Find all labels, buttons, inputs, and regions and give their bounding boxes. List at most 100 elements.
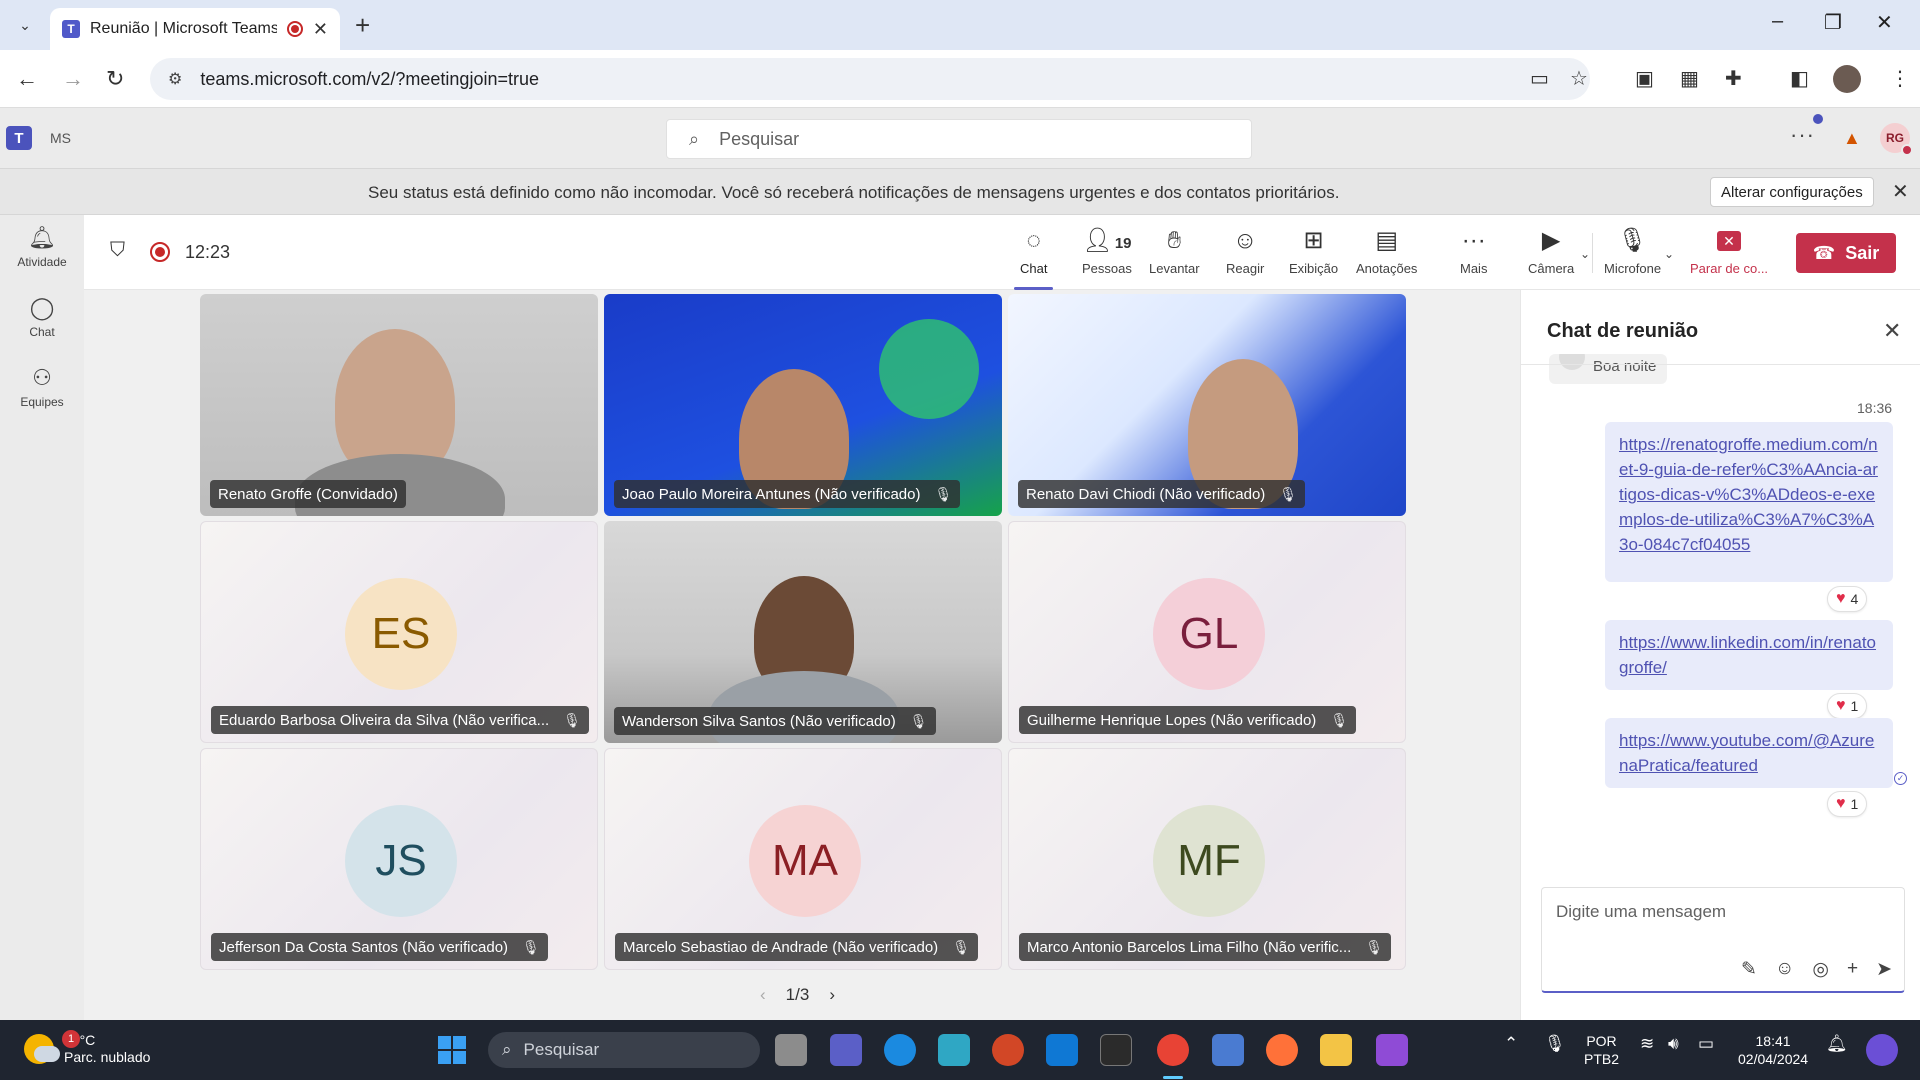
taskbar-search[interactable]: ⌕ Pesquisar — [488, 1032, 760, 1068]
pip-icon[interactable]: ▣ — [1635, 66, 1654, 91]
tab-search-dropdown[interactable]: ⌄ — [12, 12, 38, 38]
terminal-icon[interactable] — [1100, 1034, 1132, 1066]
microphone-button[interactable]: 🎙︎ Microfone — [1604, 227, 1661, 276]
send-icon[interactable]: ➤ — [1876, 958, 1892, 981]
reload-button[interactable]: ↻ — [106, 66, 124, 92]
next-page-icon[interactable]: › — [829, 985, 835, 1005]
participant-tile[interactable]: JS Jefferson Da Costa Santos (Não verifi… — [200, 748, 598, 970]
banner-close-icon[interactable]: ✕ — [1892, 179, 1909, 204]
raise-hand-button[interactable]: ✋︎ Levantar — [1149, 227, 1200, 276]
notes-button[interactable]: ▤ Anotações — [1356, 227, 1417, 276]
minimize-button[interactable]: – — [1772, 10, 1783, 33]
loop-icon[interactable]: ◎ — [1812, 958, 1829, 981]
wifi-icon[interactable]: ≋ — [1640, 1034, 1654, 1054]
camera-permission-icon[interactable]: ▭ — [1530, 66, 1549, 91]
rail-item-activity[interactable]: 🔔︎ Atividade — [0, 225, 84, 269]
participant-tile[interactable]: Joao Paulo Moreira Antunes (Não verifica… — [604, 294, 1002, 516]
back-button[interactable]: ← — [16, 66, 38, 92]
extensions-icon[interactable]: ✚ — [1725, 66, 1742, 91]
remote-desktop-icon[interactable] — [1212, 1034, 1244, 1066]
previous-page-icon[interactable]: ‹ — [760, 985, 766, 1005]
clock[interactable]: 18:41 02/04/2024 — [1738, 1032, 1808, 1068]
message-seen-icon: ✓ — [1894, 772, 1907, 785]
reaction-badge[interactable]: ♥ 1 — [1827, 791, 1868, 817]
reaction-badge[interactable]: ♥ 4 — [1827, 586, 1868, 612]
tray-mic-icon[interactable]: 🎙︎ — [1544, 1034, 1566, 1054]
battery-icon[interactable]: ▭ — [1698, 1034, 1714, 1054]
firefox-icon[interactable] — [1266, 1034, 1298, 1066]
bookmark-star-icon[interactable]: ☆ — [1570, 66, 1588, 91]
more-button[interactable]: ··· Mais — [1460, 227, 1487, 276]
change-settings-button[interactable]: Alterar configurações — [1710, 177, 1874, 207]
tray-chevron-icon[interactable]: ⌃ — [1504, 1034, 1518, 1054]
message-link[interactable]: https://renatogroffe.medium.com/net-9-gu… — [1619, 435, 1878, 554]
tab-close-icon[interactable]: ✕ — [313, 19, 328, 40]
start-button[interactable] — [438, 1036, 466, 1064]
stop-sharing-button[interactable]: ✕ Parar de co... — [1690, 227, 1768, 276]
participant-name: Marco Antonio Barcelos Lima Filho (Não v… — [1027, 938, 1352, 956]
reaction-count: 1 — [1850, 698, 1859, 714]
reaction-badge[interactable]: ♥ 1 — [1827, 693, 1868, 719]
file-explorer-icon[interactable] — [1320, 1034, 1352, 1066]
participant-tile[interactable]: GL Guilherme Henrique Lopes (Não verific… — [1008, 521, 1406, 743]
side-panel-icon[interactable]: ◧ — [1790, 66, 1809, 91]
edge-browser-icon[interactable] — [884, 1034, 916, 1066]
chat-button[interactable]: ◌ Chat — [1013, 227, 1055, 290]
participant-name-tag: Joao Paulo Moreira Antunes (Não verifica… — [614, 480, 961, 508]
format-icon[interactable]: ✎ — [1741, 958, 1757, 981]
browser-menu-icon[interactable]: ⋮ — [1890, 66, 1910, 91]
avatar-initials: MF — [1177, 836, 1241, 885]
browser-profile-avatar[interactable] — [1833, 65, 1861, 93]
mic-options-chevron-icon[interactable]: ⌄ — [1664, 247, 1674, 261]
language-indicator[interactable]: POR PTB2 — [1584, 1032, 1619, 1068]
rail-item-chat[interactable]: ◯ Chat — [0, 295, 84, 339]
attach-plus-icon[interactable]: + — [1847, 958, 1858, 981]
visual-studio-icon[interactable] — [1376, 1034, 1408, 1066]
message-composer[interactable]: Digite uma mensagem ✎ ☺ ◎ + ➤ — [1541, 887, 1905, 993]
camera-options-chevron-icon[interactable]: ⌄ — [1580, 247, 1590, 261]
task-view-icon[interactable] — [775, 1034, 807, 1066]
view-button[interactable]: ⊞ Exibição — [1289, 227, 1338, 276]
new-tab-button[interactable]: + — [355, 12, 370, 38]
window-close-button[interactable]: ✕ — [1876, 10, 1893, 35]
org-label[interactable]: MS — [50, 130, 71, 146]
teams-search-input[interactable]: ⌕ Pesquisar — [666, 119, 1252, 159]
weather-widget[interactable]: 1 27°C Parc. nublado — [24, 1030, 150, 1066]
message-link[interactable]: https://www.linkedin.com/in/renatogroffe… — [1619, 633, 1876, 677]
settings-more-icon[interactable]: ··· — [1790, 122, 1815, 148]
browser-tab-active[interactable]: T Reunião | Microsoft Teams ✕ — [50, 8, 340, 50]
mail-icon[interactable] — [1046, 1034, 1078, 1066]
participant-tile[interactable]: Wanderson Silva Santos (Não verificado) … — [604, 521, 1002, 743]
participant-tile[interactable]: ES Eduardo Barbosa Oliveira da Silva (Nã… — [200, 521, 598, 743]
recording-indicator-icon — [286, 21, 303, 37]
camera-button[interactable]: ▶ Câmera — [1528, 227, 1574, 276]
qr-code-icon[interactable]: ▦ — [1680, 66, 1699, 91]
participant-tile[interactable]: MA Marcelo Sebastiao de Andrade (Não ver… — [604, 748, 1002, 970]
restore-button[interactable]: ❐ — [1824, 10, 1842, 35]
volume-icon[interactable]: 🔊︎ — [1668, 1034, 1679, 1054]
notes-label: Anotações — [1356, 261, 1418, 276]
copilot-icon[interactable] — [1866, 1034, 1898, 1066]
participant-tile[interactable]: Renato Davi Chiodi (Não verificado) 🎙︎ — [1008, 294, 1406, 516]
emoji-icon[interactable]: ☺ — [1775, 958, 1794, 981]
message-link[interactable]: https://www.youtube.com/@AzurenaPratica/… — [1619, 731, 1874, 775]
site-info-icon[interactable]: ⚙ — [168, 69, 182, 89]
address-bar[interactable]: ⚙ teams.microsoft.com/v2/?meetingjoin=tr… — [150, 58, 1590, 100]
user-avatar[interactable]: RG — [1880, 123, 1913, 156]
teams-app-icon[interactable] — [830, 1034, 862, 1066]
participant-tile[interactable]: MF Marco Antonio Barcelos Lima Filho (Nã… — [1008, 748, 1406, 970]
chrome-browser-icon[interactable] — [1157, 1034, 1189, 1066]
browser-toolbar: ← → ↻ ⚙ teams.microsoft.com/v2/?meetingj… — [0, 50, 1920, 108]
forward-button[interactable]: → — [62, 66, 84, 92]
react-button[interactable]: ☺ Reagir — [1226, 227, 1264, 276]
notifications-bell-icon[interactable]: 🔔︎ — [1826, 1034, 1848, 1054]
people-button[interactable]: 👤︎ 19 Pessoas — [1082, 227, 1132, 276]
leave-button[interactable]: ☎ Sair — [1796, 233, 1896, 273]
rail-item-teams[interactable]: ⚇ Equipes — [0, 365, 84, 409]
shield-icon[interactable]: ⛉ — [110, 239, 125, 262]
azure-data-studio-icon[interactable] — [938, 1034, 970, 1066]
participant-tile[interactable]: Renato Groffe (Convidado) — [200, 294, 598, 516]
warning-icon[interactable]: ▲ — [1843, 128, 1861, 149]
powerpoint-icon[interactable] — [992, 1034, 1024, 1066]
chat-close-icon[interactable]: ✕ — [1883, 318, 1901, 344]
